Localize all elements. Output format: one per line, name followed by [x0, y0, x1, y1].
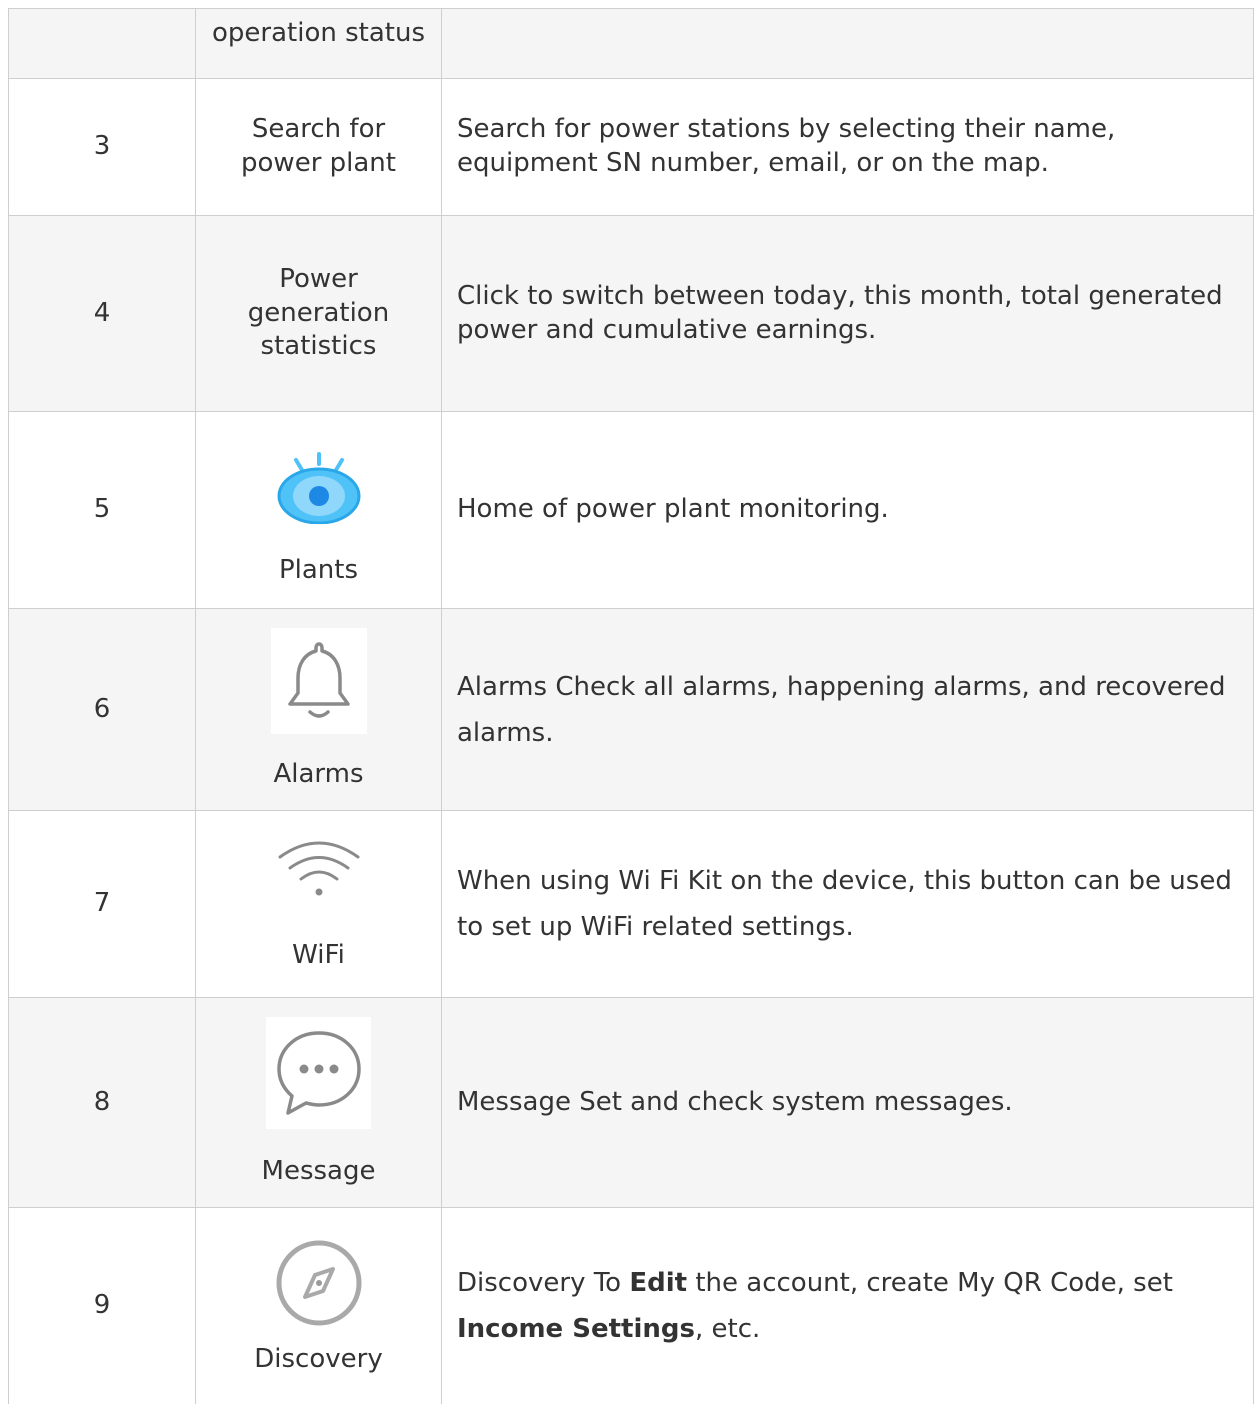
- table-row: 3 Search for power plant Search for powe…: [8, 78, 1254, 216]
- table-row: 7 WiFi When using Wi Fi Kit on the devic…: [8, 810, 1254, 998]
- wifi-icon: [196, 835, 441, 905]
- compass-icon: [196, 1235, 441, 1331]
- feature-name-label: Message: [261, 1155, 376, 1186]
- row-number: 7: [8, 810, 196, 998]
- chat-bubble-icon: [266, 1016, 371, 1129]
- feature-description: Home of power plant monitoring.: [441, 411, 1254, 609]
- row-number: 6: [8, 608, 196, 811]
- row-number: 4: [8, 215, 196, 412]
- table-row: 6 Alarms Alarms Check all alarms, happen…: [8, 608, 1254, 811]
- feature-description: Search for power stations by selecting t…: [441, 78, 1254, 216]
- feature-name-line: generation: [247, 297, 390, 328]
- row-number: [8, 8, 196, 79]
- row-number: 5: [8, 411, 196, 609]
- bell-icon: [270, 627, 367, 734]
- eye-icon: [196, 432, 441, 525]
- feature-name-label: WiFi: [292, 940, 345, 971]
- row-number: 9: [8, 1207, 196, 1404]
- feature-name-label: Alarms: [273, 758, 364, 789]
- feature-description: Message Set and check system messages.: [441, 997, 1254, 1208]
- row-number: 8: [8, 997, 196, 1208]
- feature-name: Message: [195, 997, 442, 1208]
- feature-description: When using Wi Fi Kit on the device, this…: [441, 810, 1254, 998]
- income-settings-emphasis: Income Settings: [457, 1313, 695, 1344]
- row-number: 3: [8, 78, 196, 216]
- feature-name: Search for power plant: [195, 78, 442, 216]
- desc-text: , etc.: [694, 1313, 761, 1344]
- feature-description: Click to switch between today, this mont…: [441, 215, 1254, 412]
- feature-name: Plants: [195, 411, 442, 609]
- table-row: operation status: [8, 8, 1254, 79]
- feature-name: Alarms: [195, 608, 442, 811]
- feature-name-line: Power: [279, 263, 358, 294]
- feature-name: WiFi: [195, 810, 442, 998]
- table-row: 9 Discovery Discovery To Edit the accoun…: [8, 1207, 1254, 1404]
- feature-name: operation status: [195, 8, 442, 79]
- feature-name: Discovery: [195, 1207, 442, 1404]
- feature-description: Discovery To Edit the account, create My…: [441, 1207, 1254, 1404]
- table-row: 8 Message Message Set and check system m…: [8, 997, 1254, 1208]
- feature-name-line: power plant: [241, 148, 396, 178]
- feature-name: Power generation statistics: [195, 215, 442, 412]
- feature-description: [441, 8, 1254, 79]
- edit-emphasis: Edit: [629, 1267, 688, 1298]
- desc-text: Discovery To: [457, 1267, 630, 1298]
- feature-table: operation status 3 Search for power plan…: [8, 8, 1254, 1404]
- table-row: 5 Plants Home of power plant monitoring.: [8, 411, 1254, 609]
- feature-name-label: Plants: [278, 555, 359, 586]
- table-row: 4 Power generation statistics Click to s…: [8, 215, 1254, 412]
- feature-name-line: statistics: [260, 331, 377, 362]
- feature-description: Alarms Check all alarms, happening alarm…: [441, 608, 1254, 811]
- desc-text: the account, create My QR Code, set: [687, 1267, 1173, 1298]
- feature-name-line: Search for: [251, 114, 386, 145]
- feature-name-label: Discovery: [254, 1343, 383, 1374]
